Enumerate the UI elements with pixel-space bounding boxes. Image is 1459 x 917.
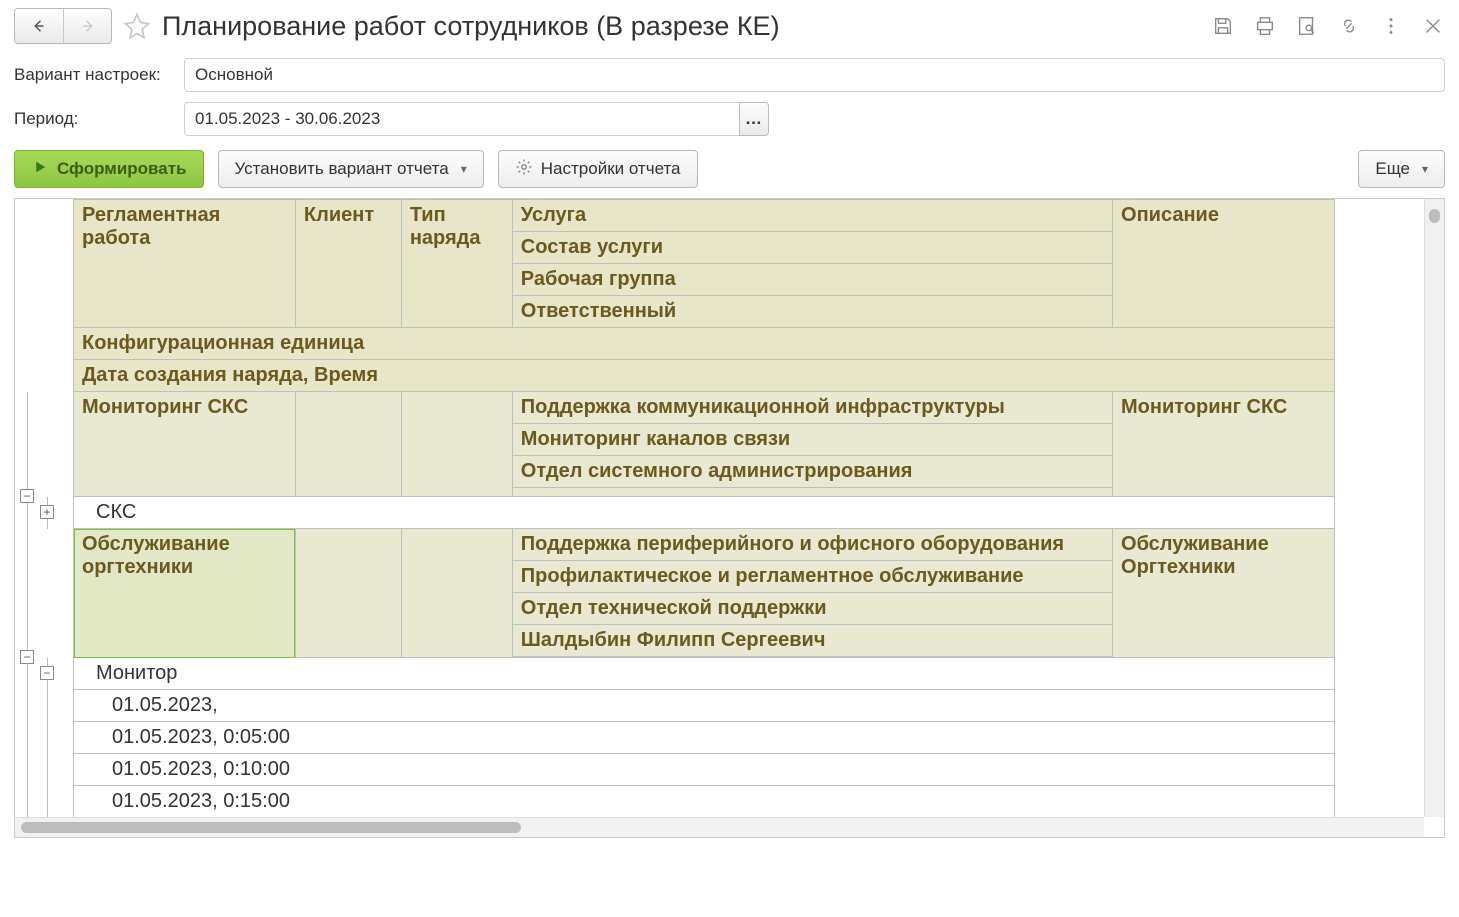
chevron-down-icon: ▾: [1422, 162, 1428, 176]
kebab-menu-button[interactable]: [1379, 14, 1403, 38]
col-service: Услуга: [512, 200, 1112, 232]
group1-client[interactable]: [295, 392, 401, 497]
col-reg-work: Регламентная работа: [74, 200, 296, 328]
group2-time-3[interactable]: 01.05.2023, 0:15:00: [74, 786, 1335, 818]
floppy-icon: [1212, 15, 1234, 37]
save-icon-button[interactable]: [1211, 14, 1235, 38]
nav-back-button[interactable]: [15, 9, 63, 43]
group2-description[interactable]: Обслуживание Оргтехники: [1113, 529, 1335, 658]
group2-time-2[interactable]: 01.05.2023, 0:10:00: [74, 754, 1335, 786]
link-icon: [1338, 15, 1360, 37]
period-picker-button[interactable]: …: [739, 102, 769, 136]
group2-reg-work[interactable]: Обслуживание оргтехники: [74, 529, 296, 658]
group2-time-0[interactable]: 01.05.2023,: [74, 690, 1335, 722]
col-description: Описание: [1113, 200, 1335, 328]
group1-responsible[interactable]: [512, 488, 1112, 497]
group1-work-group[interactable]: Отдел системного администрирования: [512, 456, 1112, 488]
group2-responsible[interactable]: Шалдыбин Филипп Сергеевич: [512, 625, 1112, 657]
report-area: Регламентная работа Клиент Тип наряда Ус…: [14, 198, 1445, 838]
col-order-type: Тип наряда: [401, 200, 512, 328]
group1-service[interactable]: Поддержка коммуникационной инфраструктур…: [512, 392, 1112, 424]
group1-child-row[interactable]: СКС: [74, 497, 1335, 529]
star-icon: [123, 12, 151, 40]
settings-variant-value: Основной: [195, 65, 273, 85]
col-config-unit: Конфигурационная единица: [74, 328, 1335, 360]
group2-order-type[interactable]: [401, 529, 512, 658]
col-work-group: Рабочая группа: [512, 264, 1112, 296]
tree-collapse-group1[interactable]: −: [20, 489, 34, 503]
period-label: Период:: [14, 109, 174, 129]
report-table: Регламентная работа Клиент Тип наряда Ус…: [15, 199, 1335, 818]
more-button[interactable]: Еще ▾: [1358, 150, 1445, 188]
col-responsible: Ответственный: [512, 296, 1112, 328]
group2-child-label[interactable]: Монитор: [74, 658, 1335, 690]
generate-label: Сформировать: [57, 159, 187, 179]
period-input[interactable]: 01.05.2023 - 30.06.2023: [184, 102, 739, 136]
group2-time-1[interactable]: 01.05.2023, 0:05:00: [74, 722, 1335, 754]
group2-client[interactable]: [295, 529, 401, 658]
group2-service[interactable]: Поддержка периферийного и офисного обору…: [512, 529, 1112, 561]
preview-icon-button[interactable]: [1295, 14, 1319, 38]
page-title: Планирование работ сотрудников (В разрез…: [162, 11, 1203, 42]
settings-variant-label: Вариант настроек:: [14, 65, 174, 85]
period-value: 01.05.2023 - 30.06.2023: [195, 109, 380, 129]
horizontal-scrollbar-thumb[interactable]: [21, 822, 521, 833]
col-service-comp: Состав услуги: [512, 232, 1112, 264]
col-order-date: Дата создания наряда, Время: [74, 360, 1335, 392]
vertical-scrollbar-thumb[interactable]: [1429, 209, 1440, 223]
close-icon: [1422, 15, 1444, 37]
tree-collapse-group2[interactable]: −: [20, 650, 34, 664]
set-report-variant-label: Установить вариант отчета: [235, 159, 449, 179]
close-button[interactable]: [1421, 14, 1445, 38]
generate-button[interactable]: Сформировать: [14, 150, 204, 188]
group2-work-group[interactable]: Отдел технической поддержки: [512, 593, 1112, 625]
page-magnifier-icon: [1296, 15, 1318, 37]
report-settings-button[interactable]: Настройки отчета: [498, 150, 698, 188]
ellipsis-icon: …: [745, 109, 763, 129]
col-client: Клиент: [295, 200, 401, 328]
nav-forward-button[interactable]: [63, 9, 111, 43]
more-label: Еще: [1375, 159, 1410, 179]
print-icon-button[interactable]: [1253, 14, 1277, 38]
group1-order-type[interactable]: [401, 392, 512, 497]
arrow-right-icon: [79, 17, 97, 35]
tree-collapse-monitor[interactable]: −: [40, 666, 54, 680]
vertical-scrollbar[interactable]: [1424, 199, 1444, 817]
printer-icon: [1254, 15, 1276, 37]
report-settings-label: Настройки отчета: [541, 159, 681, 179]
gear-icon: [515, 158, 533, 181]
link-icon-button[interactable]: [1337, 14, 1361, 38]
chevron-down-icon: ▾: [461, 162, 467, 176]
group1-reg-work[interactable]: Мониторинг СКС: [74, 392, 296, 497]
tree-expand-sks[interactable]: +: [40, 505, 54, 519]
group1-description[interactable]: Мониторинг СКС: [1113, 392, 1335, 497]
group1-service-comp[interactable]: Мониторинг каналов связи: [512, 424, 1112, 456]
arrow-left-icon: [30, 17, 48, 35]
settings-variant-input[interactable]: Основной: [184, 58, 1445, 92]
play-icon: [31, 158, 49, 181]
set-report-variant-button[interactable]: Установить вариант отчета ▾: [218, 150, 484, 188]
dots-vertical-icon: [1380, 15, 1402, 37]
group2-service-comp[interactable]: Профилактическое и регламентное обслужив…: [512, 561, 1112, 593]
horizontal-scrollbar[interactable]: [15, 817, 1424, 837]
favorite-star-button[interactable]: [120, 9, 154, 43]
